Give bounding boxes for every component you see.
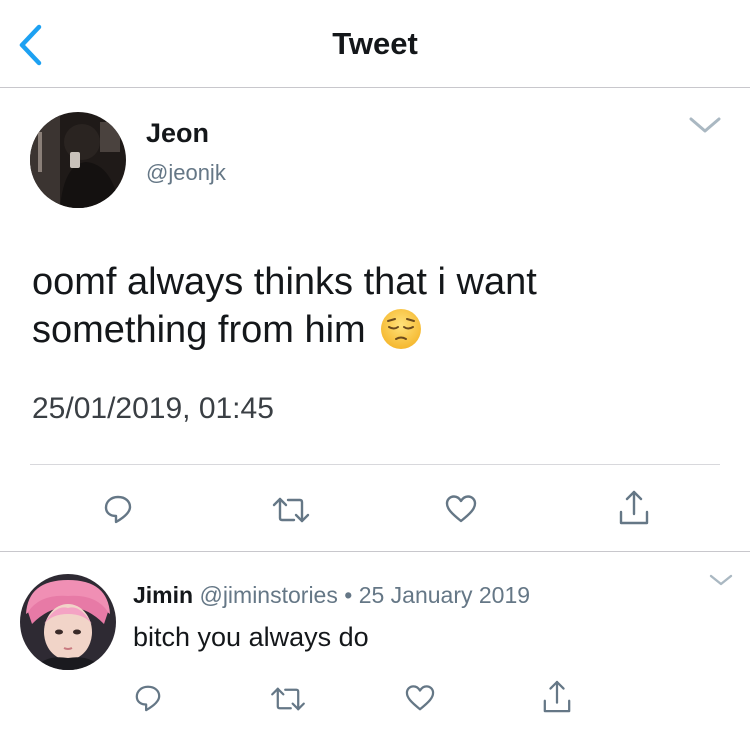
reply-button[interactable] [134,684,162,717]
like-icon [445,495,477,523]
avatar[interactable] [30,112,126,208]
share-icon [543,680,571,713]
like-icon [405,685,435,711]
reply-author-handle[interactable]: @jiminstories [199,582,337,608]
separator-dot: • [344,582,353,608]
avatar[interactable] [20,574,116,670]
more-options-button[interactable] [688,114,722,141]
share-button[interactable] [618,490,650,531]
retweet-button[interactable] [272,496,310,529]
more-options-button[interactable] [708,572,734,593]
retweet-button[interactable] [270,686,306,717]
tweet-timestamp: 25/01/2019, 01:45 [32,392,274,425]
reply-header: Jimin @jiminstories • 25 January 2019 [133,582,530,609]
page-title: Tweet [332,26,418,61]
divider [30,464,720,465]
reply-icon [135,685,161,712]
divider [0,551,750,552]
chevron-down-icon [709,574,733,586]
retweet-icon [271,687,305,711]
like-button[interactable] [405,684,435,717]
pensive-face-icon [380,308,422,362]
retweet-icon [272,497,310,523]
reply-date[interactable]: 25 January 2019 [359,582,530,608]
navigation-bar: Tweet [0,0,750,88]
reply-text: bitch you always do [133,622,369,652]
chevron-down-icon [689,117,721,133]
author-handle[interactable]: @jeonjk [146,160,226,186]
reply-author-name[interactable]: Jimin [133,582,193,608]
reply-icon [104,495,132,524]
share-icon [619,490,649,525]
reply-button[interactable] [103,494,133,529]
tweet-text: oomf always thinks that i want something… [32,258,672,362]
tweet-text-content: oomf always thinks that i want something… [32,261,537,351]
share-button[interactable] [542,680,572,719]
like-button[interactable] [445,494,477,529]
author-name[interactable]: Jeon [146,118,209,149]
